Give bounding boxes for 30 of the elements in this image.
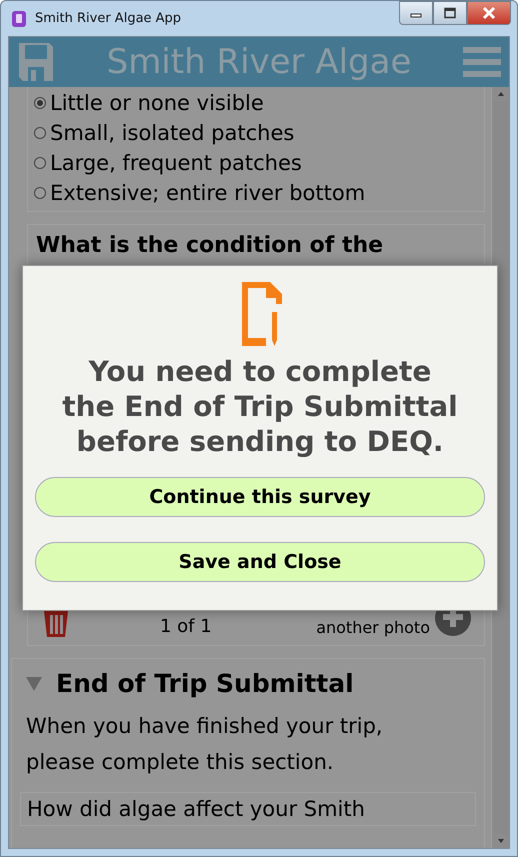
add-photo-label: another photo: [316, 618, 430, 637]
photo-counter: 1 of 1: [160, 616, 212, 637]
radio-button[interactable]: [34, 187, 46, 199]
radio-button[interactable]: [34, 127, 46, 139]
maximize-icon: [443, 7, 457, 19]
app-icon: [11, 10, 27, 28]
maximize-button[interactable]: [433, 1, 467, 25]
section-title[interactable]: End of Trip Submittal: [56, 669, 354, 698]
radio-label: Large, frequent patches: [50, 151, 302, 175]
radio-option[interactable]: Little or none visible: [34, 91, 476, 115]
close-button[interactable]: [467, 1, 511, 25]
question-text: What is the condition of the: [36, 233, 384, 258]
trash-icon[interactable]: [42, 611, 70, 637]
app-title: Smith River Algae: [106, 42, 412, 82]
close-icon: [481, 6, 497, 20]
radio-label: Little or none visible: [50, 91, 264, 115]
radio-button[interactable]: [34, 157, 46, 169]
radio-option[interactable]: Extensive; entire river bottom: [34, 181, 476, 205]
minimize-button[interactable]: [399, 1, 433, 25]
window-title: Smith River Algae App: [35, 11, 182, 26]
section-description: When you have finished your trip, please complete this section.: [26, 713, 384, 776]
radio-button[interactable]: [34, 97, 46, 109]
radio-option[interactable]: Large, frequent patches: [34, 151, 476, 175]
radio-label: Extensive; entire river bottom: [50, 181, 366, 205]
dialog-button[interactable]: Continue this survey: [35, 477, 485, 517]
dialog-message: You need to complete the End of Trip Submittal before sending to DEQ.: [61, 354, 459, 459]
question-text: How did algae affect your Smith: [27, 797, 365, 821]
dialog-button[interactable]: Save and Close: [35, 542, 485, 582]
radio-option[interactable]: Small, isolated patches: [34, 121, 476, 145]
radio-label: Small, isolated patches: [50, 121, 294, 145]
